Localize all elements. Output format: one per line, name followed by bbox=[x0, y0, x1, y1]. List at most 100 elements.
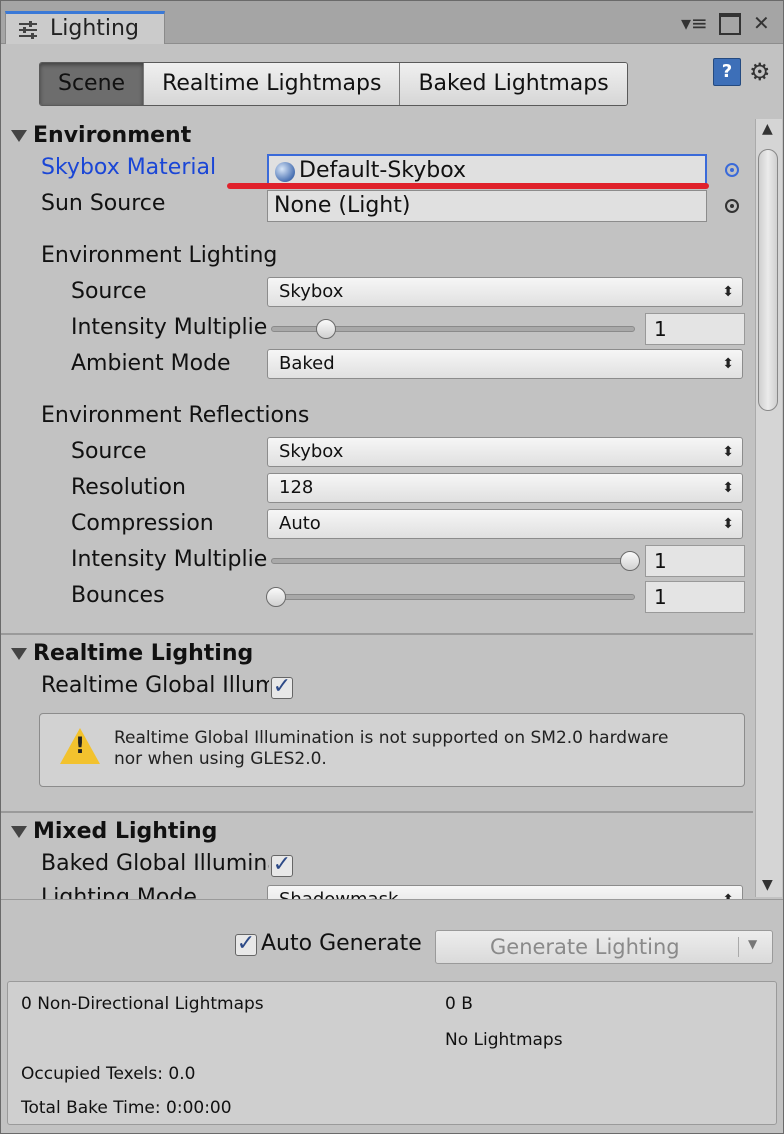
scroll-up-icon[interactable]: ▲ bbox=[762, 121, 773, 137]
tab-baked-lightmaps[interactable]: Baked Lightmaps bbox=[400, 63, 627, 105]
warning-line-1: Realtime Global Illumination is not supp… bbox=[114, 728, 669, 748]
lighting-mode-dropdown[interactable]: Shadowmask ⬍ bbox=[267, 885, 743, 899]
slider-knob[interactable] bbox=[266, 587, 286, 607]
mode-tabs: Scene Realtime Lightmaps Baked Lightmaps bbox=[39, 62, 628, 106]
reflection-intensity-label: Intensity Multiplier bbox=[71, 547, 269, 572]
lighting-sliders-icon bbox=[19, 21, 37, 39]
mixed-lighting-header[interactable]: Mixed Lighting bbox=[11, 819, 217, 844]
tab-realtime-lightmaps[interactable]: Realtime Lightmaps bbox=[144, 63, 401, 105]
realtime-gi-checkbox[interactable]: ✓ bbox=[271, 676, 293, 699]
foldout-triangle-icon bbox=[11, 826, 27, 838]
bounces-label: Bounces bbox=[71, 583, 165, 608]
foldout-triangle-icon bbox=[11, 648, 27, 660]
button-separator bbox=[738, 937, 739, 957]
resolution-dropdown[interactable]: 128 ⬍ bbox=[267, 473, 743, 503]
lightmap-count: 0 Non-Directional Lightmaps bbox=[21, 994, 264, 1014]
resolution-value: 128 bbox=[279, 477, 314, 498]
dropdown-arrow-icon: ⬍ bbox=[722, 284, 734, 300]
dropdown-arrow-icon: ⬍ bbox=[722, 516, 734, 532]
lighting-intensity-input[interactable]: 1 bbox=[645, 313, 745, 345]
auto-generate-label: Auto Generate bbox=[261, 931, 422, 956]
warning-mark: ! bbox=[74, 734, 86, 759]
compression-dropdown[interactable]: Auto ⬍ bbox=[267, 509, 743, 539]
bounces-input[interactable]: 1 bbox=[645, 581, 745, 613]
environment-reflections-label: Environment Reflections bbox=[41, 403, 310, 428]
sun-source-field[interactable]: None (Light) bbox=[267, 190, 707, 222]
scrollbar-thumb[interactable] bbox=[758, 149, 778, 411]
tab-scene[interactable]: Scene bbox=[40, 63, 145, 105]
warning-box: ! Realtime Global Illumination is not su… bbox=[39, 713, 745, 787]
title-bar: Lighting ▾≡ ✕ bbox=[1, 1, 783, 44]
object-picker-icon[interactable] bbox=[725, 163, 739, 177]
ambient-mode-dropdown[interactable]: Baked ⬍ bbox=[267, 349, 743, 379]
auto-generate-checkbox[interactable]: ✓ bbox=[235, 933, 257, 956]
dropdown-arrow-icon: ⬍ bbox=[722, 444, 734, 460]
skybox-material-label: Skybox Material bbox=[41, 155, 217, 180]
lighting-intensity-slider[interactable] bbox=[271, 319, 635, 339]
warning-text: Realtime Global Illumination is not supp… bbox=[114, 728, 668, 770]
tab-title: Lighting bbox=[50, 16, 139, 41]
section-divider bbox=[1, 811, 753, 813]
gear-icon[interactable]: ⚙ bbox=[749, 58, 771, 86]
skybox-material-value: Default-Skybox bbox=[299, 158, 467, 183]
ambient-mode-value: Baked bbox=[279, 353, 335, 374]
generate-bar: ✓ Auto Generate Generate Lighting ▼ bbox=[1, 899, 783, 980]
lightmap-stats: 0 Non-Directional Lightmaps 0 B No Light… bbox=[7, 981, 777, 1125]
reflection-source-label: Source bbox=[71, 439, 147, 464]
lighting-source-dropdown[interactable]: Skybox ⬍ bbox=[267, 277, 743, 307]
foldout-triangle-icon bbox=[11, 130, 27, 142]
slider-knob[interactable] bbox=[315, 319, 336, 339]
bounces-slider[interactable] bbox=[266, 587, 635, 607]
baked-gi-label: Baked Global Illumination bbox=[41, 851, 269, 876]
occupied-texels: Occupied Texels: 0.0 bbox=[21, 1064, 196, 1084]
help-icon[interactable]: ? bbox=[713, 58, 741, 86]
sun-source-value: None (Light) bbox=[274, 193, 411, 218]
section-divider bbox=[1, 633, 753, 635]
dropdown-arrow-icon: ⬍ bbox=[722, 480, 734, 496]
lighting-source-label: Source bbox=[71, 279, 147, 304]
environment-header[interactable]: Environment bbox=[11, 123, 191, 148]
lighting-mode-value: Shadowmask bbox=[279, 889, 398, 899]
material-sphere-icon bbox=[275, 162, 295, 182]
slider-knob[interactable] bbox=[620, 551, 640, 571]
no-lightmaps-text: No Lightmaps bbox=[445, 1030, 563, 1050]
realtime-lighting-header-label: Realtime Lighting bbox=[33, 641, 254, 666]
lighting-window: Lighting ▾≡ ✕ Scene Realtime Lightmaps B… bbox=[0, 0, 784, 1134]
realtime-lighting-header[interactable]: Realtime Lighting bbox=[11, 641, 253, 666]
chevron-down-icon[interactable]: ▼ bbox=[748, 937, 757, 951]
lighting-intensity-label: Intensity Multiplier bbox=[71, 315, 269, 340]
toolbar: Scene Realtime Lightmaps Baked Lightmaps… bbox=[1, 44, 783, 119]
generate-lighting-label: Generate Lighting bbox=[490, 935, 680, 959]
close-icon[interactable]: ✕ bbox=[753, 11, 770, 35]
reflection-intensity-slider[interactable] bbox=[271, 551, 640, 571]
total-bake-time: Total Bake Time: 0:00:00 bbox=[21, 1098, 232, 1118]
environment-header-label: Environment bbox=[33, 123, 192, 148]
warning-line-2: nor when using GLES2.0. bbox=[114, 749, 327, 769]
maximize-icon[interactable] bbox=[719, 11, 741, 35]
menu-icon[interactable]: ▾≡ bbox=[681, 11, 708, 35]
ambient-mode-label: Ambient Mode bbox=[71, 351, 231, 376]
reflection-source-dropdown[interactable]: Skybox ⬍ bbox=[267, 437, 743, 467]
reflection-intensity-input[interactable]: 1 bbox=[645, 545, 745, 577]
mixed-lighting-header-label: Mixed Lighting bbox=[33, 819, 218, 844]
scroll-down-icon[interactable]: ▼ bbox=[762, 877, 773, 893]
skybox-material-field[interactable]: Default-Skybox bbox=[267, 154, 707, 186]
lighting-tab[interactable]: Lighting bbox=[5, 11, 165, 44]
baked-gi-checkbox[interactable]: ✓ bbox=[271, 854, 293, 877]
compression-value: Auto bbox=[279, 513, 321, 534]
lightmap-size: 0 B bbox=[445, 994, 473, 1014]
resolution-label: Resolution bbox=[71, 475, 186, 500]
lighting-source-value: Skybox bbox=[279, 281, 344, 302]
settings-panel: Environment Skybox Material Default-Skyb… bbox=[1, 119, 753, 899]
environment-lighting-label: Environment Lighting bbox=[41, 243, 278, 268]
object-picker-icon[interactable] bbox=[725, 199, 739, 213]
reflection-source-value: Skybox bbox=[279, 441, 344, 462]
lighting-mode-label: Lighting Mode bbox=[41, 885, 197, 899]
annotation-underline bbox=[227, 183, 709, 189]
sun-source-label: Sun Source bbox=[41, 191, 166, 216]
dropdown-arrow-icon: ⬍ bbox=[722, 886, 734, 899]
generate-lighting-button[interactable]: Generate Lighting ▼ bbox=[435, 930, 773, 964]
dropdown-arrow-icon: ⬍ bbox=[722, 356, 734, 372]
compression-label: Compression bbox=[71, 511, 214, 536]
vertical-scrollbar[interactable]: ▲ ▼ bbox=[755, 119, 782, 897]
